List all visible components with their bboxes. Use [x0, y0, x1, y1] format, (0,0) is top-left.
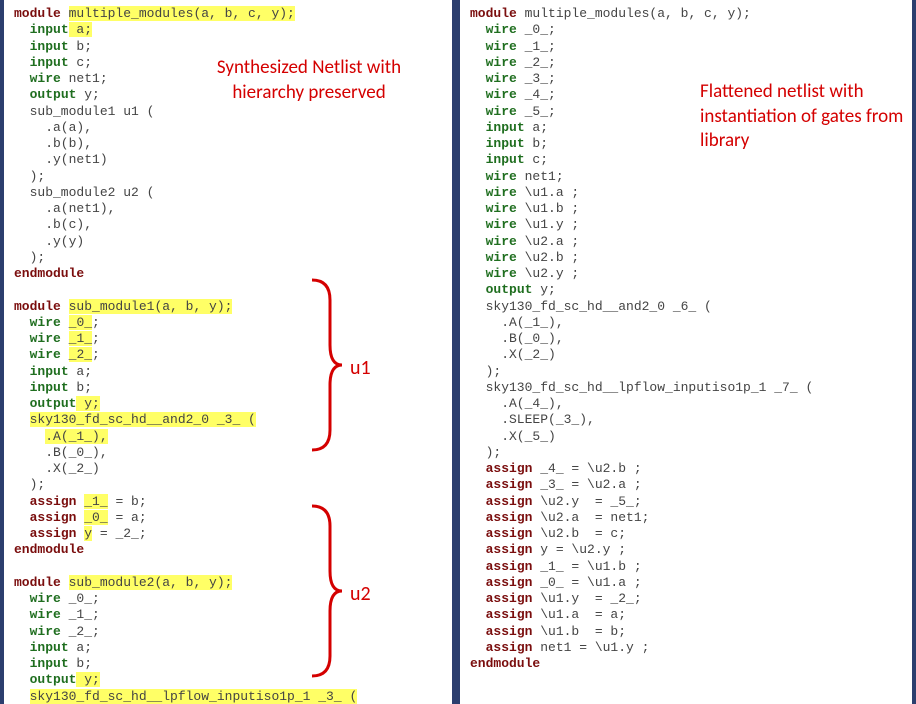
u2-brace-label: u2 [350, 582, 371, 607]
right-pane: module multiple_modules(a, b, c, y); wir… [456, 0, 916, 704]
u1-brace-label: u1 [350, 356, 371, 381]
right-code: module multiple_modules(a, b, c, y); wir… [470, 6, 902, 672]
left-pane: module multiple_modules(a, b, c, y); inp… [0, 0, 456, 704]
left-code: module multiple_modules(a, b, c, y); inp… [14, 6, 442, 704]
comparison-container: module multiple_modules(a, b, c, y); inp… [0, 0, 916, 704]
